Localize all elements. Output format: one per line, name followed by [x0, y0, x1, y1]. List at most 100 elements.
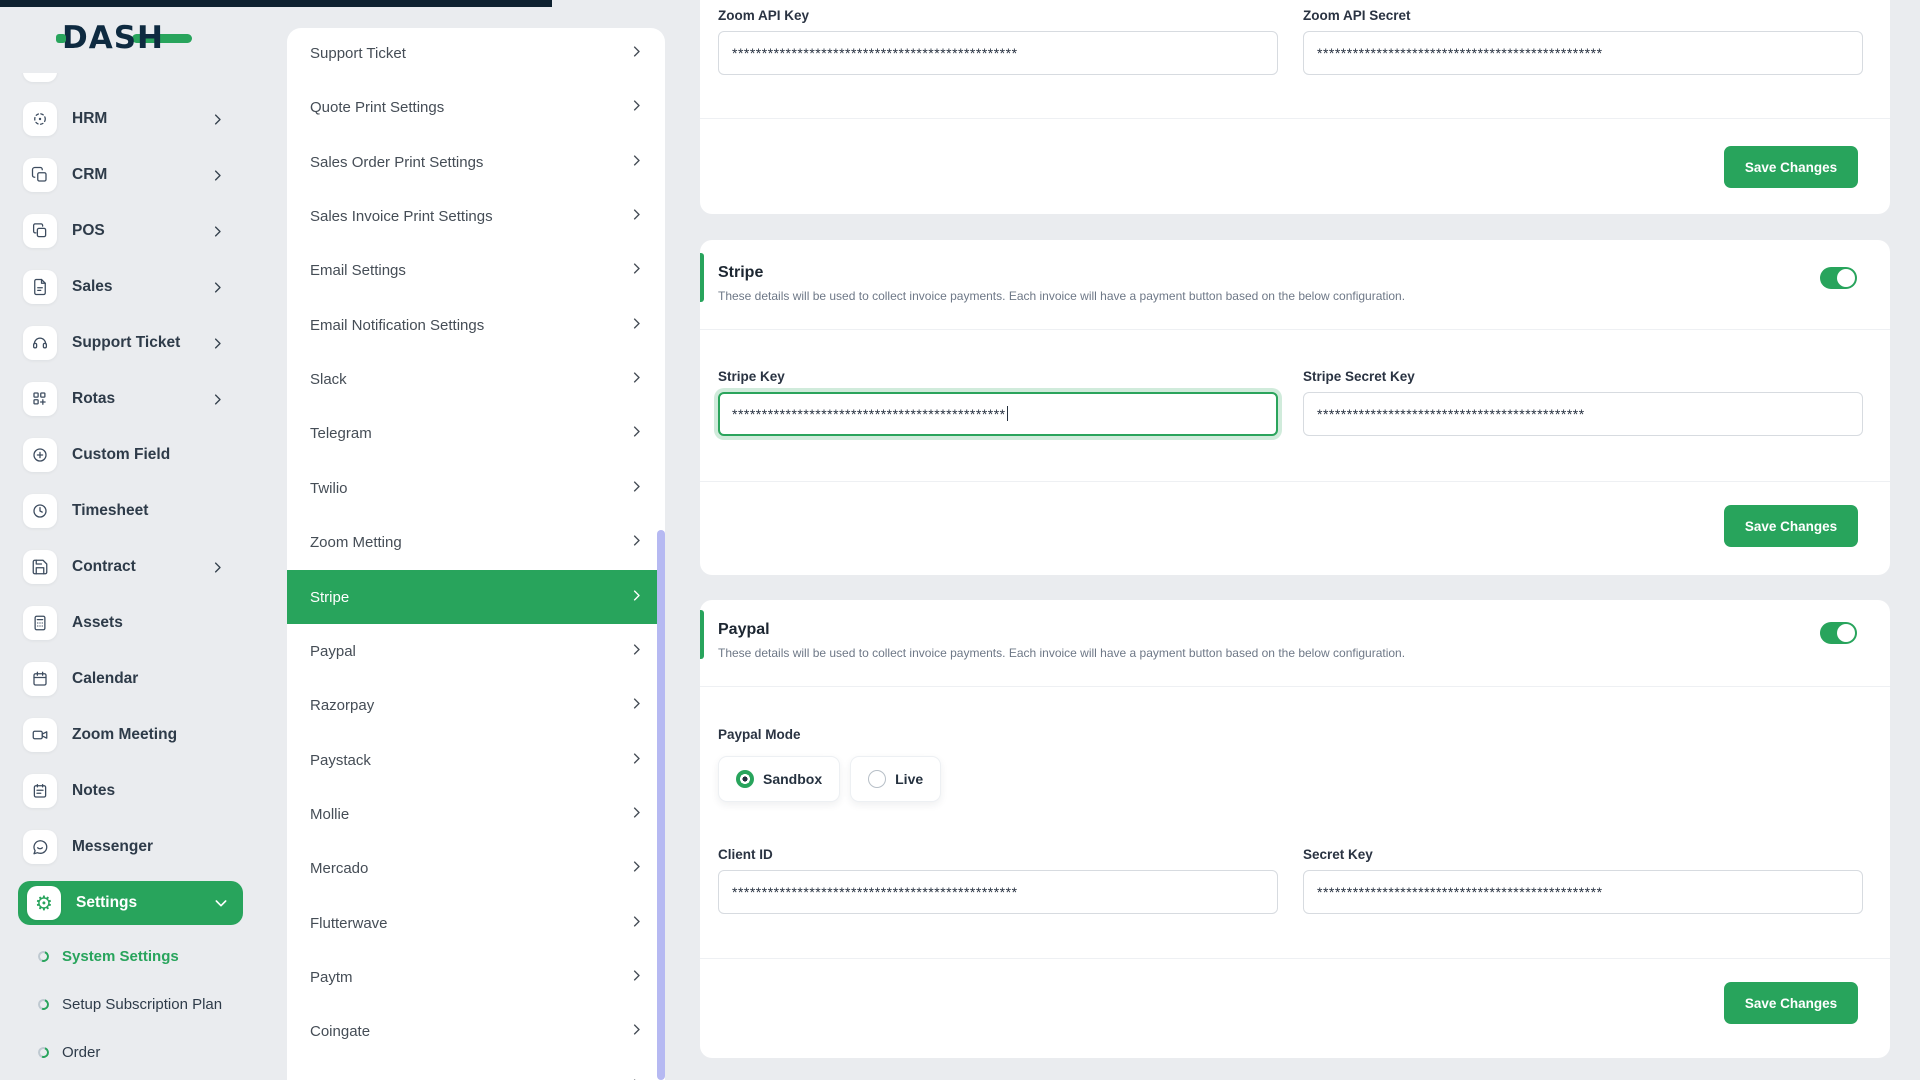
paypal-mode-live[interactable]: Live	[850, 756, 942, 802]
settings-nav-item-email-settings[interactable]: Email Settings	[287, 243, 665, 297]
settings-nav-item-stripe[interactable]: Stripe	[287, 570, 665, 624]
stripe-card: Stripe These details will be used to col…	[700, 240, 1890, 575]
stripe-enabled-toggle[interactable]	[1820, 267, 1857, 289]
sidebar-subitem-order[interactable]: Order	[0, 1040, 247, 1064]
plus-circle-icon	[23, 438, 57, 472]
sidebar-item-label: Calendar	[72, 670, 139, 687]
stripe-key-input[interactable]: ****************************************…	[718, 392, 1278, 436]
sidebar-item-pos[interactable]: POS	[0, 203, 247, 259]
chevron-right-icon	[629, 696, 644, 715]
nav-item-label: Zoom Metting	[310, 533, 402, 551]
nav-item-label: Mercado	[310, 859, 369, 877]
stripe-secret-key-input[interactable]: ****************************************…	[1303, 392, 1863, 436]
accent-bar	[700, 253, 704, 302]
sidebar-item-support-ticket[interactable]: Support Ticket	[0, 315, 247, 371]
sidebar-item-notes[interactable]: Notes	[0, 763, 247, 819]
sidebar-item-scrolled-partial[interactable]	[0, 73, 247, 93]
settings-nav-item-quote-print-settings[interactable]: Quote Print Settings	[287, 80, 665, 134]
settings-nav-item-paytm[interactable]: Paytm	[287, 950, 665, 1004]
settings-nav-item-mercado[interactable]: Mercado	[287, 841, 665, 895]
zoom-api-key-field: Zoom API Key ***************************…	[718, 8, 1278, 75]
settings-nav-scrollbar[interactable]	[657, 530, 665, 1080]
chevron-right-icon	[629, 588, 644, 607]
paypal-mode-label: Paypal Mode	[718, 727, 801, 742]
chevron-right-icon	[629, 642, 644, 661]
paypal-client-id-field: Client ID ******************************…	[718, 847, 1278, 914]
settings-nav-item-sales-order-print-settings[interactable]: Sales Order Print Settings	[287, 135, 665, 189]
settings-nav-item-slack[interactable]: Slack	[287, 352, 665, 406]
zoom-api-secret-input[interactable]: ****************************************…	[1303, 31, 1863, 75]
paypal-mode-sandbox[interactable]: Sandbox	[718, 756, 841, 802]
nav-item-label: Slack	[310, 370, 347, 388]
sidebar-item-rotas[interactable]: Rotas	[0, 371, 247, 427]
sidebar-item-messenger[interactable]: Messenger	[0, 819, 247, 875]
hrm-icon	[23, 102, 57, 136]
sidebar-item-label: Settings	[76, 894, 138, 911]
sidebar-item-sales[interactable]: Sales	[0, 259, 247, 315]
chevron-right-icon	[210, 315, 225, 371]
settings-nav-item-email-notification-settings[interactable]: Email Notification Settings	[287, 298, 665, 352]
save-changes-button[interactable]: Save Changes	[1724, 505, 1858, 547]
sidebar-item-assets[interactable]: Assets	[0, 595, 247, 651]
sidebar-subitem-system-settings[interactable]: System Settings	[0, 944, 247, 968]
sidebar-item-label: Custom Field	[72, 446, 171, 463]
settings-nav-item-support-ticket[interactable]: Support Ticket	[287, 28, 665, 80]
paypal-mode-group: Sandbox Live	[700, 742, 1890, 802]
nav-item-label: Twilio	[310, 479, 348, 497]
sidebar: DASH HRM CRM POS Sales Support Ticket Ro…	[0, 0, 247, 1080]
settings-nav-item-telegram[interactable]: Telegram	[287, 406, 665, 460]
nav-item-label: Telegram	[310, 424, 372, 442]
settings-nav-item-paystack[interactable]: Paystack	[287, 733, 665, 787]
settings-nav-item-sales-invoice-print-settings[interactable]: Sales Invoice Print Settings	[287, 189, 665, 243]
paypal-enabled-toggle[interactable]	[1820, 622, 1857, 644]
radio-label: Sandbox	[763, 771, 823, 787]
chevron-down-icon	[213, 881, 229, 925]
settings-nav-item-twilio[interactable]: Twilio	[287, 461, 665, 515]
card-description: These details will be used to collect in…	[718, 646, 1406, 660]
nav-item-label: Coingate	[310, 1022, 371, 1040]
paypal-secret-key-field: Secret Key *****************************…	[1303, 847, 1863, 914]
settings-nav-item-paypal[interactable]: Paypal	[287, 624, 665, 678]
status-circle-icon	[36, 948, 51, 964]
settings-nav-item-flutterwave[interactable]: Flutterwave	[287, 896, 665, 950]
sidebar-item-settings[interactable]: ⚙ Settings	[18, 881, 243, 925]
sidebar-item-contract[interactable]: Contract	[0, 539, 247, 595]
crm-icon	[23, 158, 57, 192]
sidebar-item-label: Support Ticket	[72, 334, 181, 351]
zoom-settings-card: Zoom API Key ***************************…	[700, 0, 1890, 214]
sidebar-item-calendar[interactable]: Calendar	[0, 651, 247, 707]
paypal-client-id-input[interactable]: ****************************************…	[718, 870, 1278, 914]
chat-icon	[23, 830, 57, 864]
sidebar-item-timesheet[interactable]: Timesheet	[0, 483, 247, 539]
sidebar-item-label: Notes	[72, 782, 116, 799]
chevron-right-icon	[629, 153, 644, 172]
settings-nav-item-coingate[interactable]: Coingate	[287, 1004, 665, 1058]
settings-nav-item-skrill[interactable]: Skrill	[287, 1059, 665, 1080]
chevron-right-icon	[629, 316, 644, 335]
subitem-label: Setup Subscription Plan	[62, 995, 223, 1013]
settings-nav-item-zoom-metting[interactable]: Zoom Metting	[287, 515, 665, 569]
nav-item-label: Email Notification Settings	[310, 316, 485, 334]
zoom-api-key-input[interactable]: ****************************************…	[718, 31, 1278, 75]
calculator-icon	[23, 606, 57, 640]
app-logo[interactable]: DASH	[56, 20, 192, 56]
paypal-secret-key-input[interactable]: ****************************************…	[1303, 870, 1863, 914]
sidebar-item-label: CRM	[72, 166, 108, 183]
chevron-right-icon	[629, 859, 644, 878]
sidebar-item-label: HRM	[72, 110, 108, 127]
nav-item-label: Paypal	[310, 642, 356, 660]
sidebar-item-hrm[interactable]: HRM	[0, 91, 247, 147]
save-changes-button[interactable]: Save Changes	[1724, 146, 1858, 188]
status-circle-icon	[36, 996, 51, 1012]
sidebar-item-label: Zoom Meeting	[72, 726, 178, 743]
toggle-knob	[1837, 624, 1855, 642]
field-label: Client ID	[718, 847, 773, 862]
nav-item-label: Stripe	[310, 588, 350, 606]
sidebar-item-crm[interactable]: CRM	[0, 147, 247, 203]
sidebar-item-custom-field[interactable]: Custom Field	[0, 427, 247, 483]
settings-nav-item-razorpay[interactable]: Razorpay	[287, 678, 665, 732]
save-changes-button[interactable]: Save Changes	[1724, 982, 1858, 1024]
sidebar-item-zoom-meeting[interactable]: Zoom Meeting	[0, 707, 247, 763]
settings-nav-item-mollie[interactable]: Mollie	[287, 787, 665, 841]
sidebar-subitem-setup-subscription-plan[interactable]: Setup Subscription Plan	[0, 992, 247, 1016]
